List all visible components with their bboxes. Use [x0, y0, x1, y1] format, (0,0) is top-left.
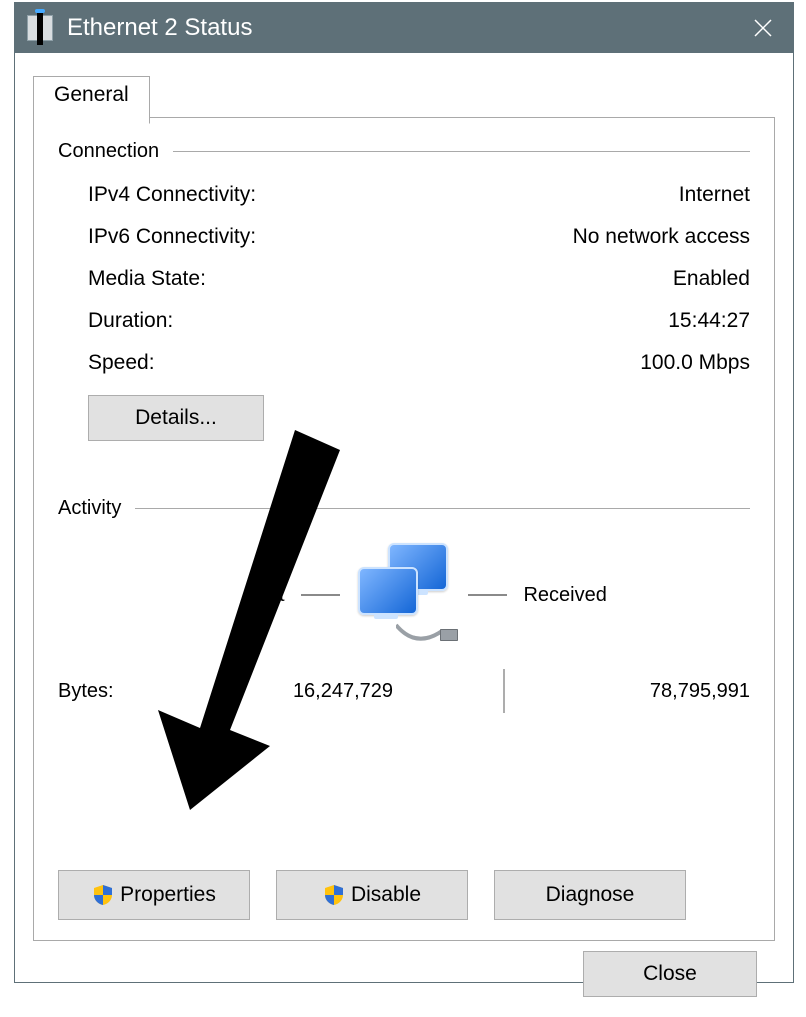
divider — [135, 508, 750, 509]
bytes-label: Bytes: — [58, 680, 258, 703]
disable-button-label: Disable — [351, 883, 421, 907]
computers-icon — [340, 543, 468, 648]
received-label: Received — [507, 584, 750, 607]
connection-group-header: Connection — [58, 140, 750, 163]
speed-value: 100.0 Mbps — [640, 351, 750, 375]
tab-header: General — [33, 75, 775, 118]
ipv4-label: IPv4 Connectivity: — [88, 183, 679, 207]
activity-graphic-row: Sent Received — [58, 540, 750, 650]
network-adapter-icon — [27, 15, 53, 41]
dash-right — [468, 594, 507, 596]
dash-left — [301, 594, 340, 596]
divider — [173, 151, 750, 152]
details-button[interactable]: Details... — [88, 395, 264, 441]
ipv4-value: Internet — [679, 183, 750, 207]
connection-heading: Connection — [58, 140, 159, 163]
diagnose-button-label: Diagnose — [546, 883, 635, 907]
row-media-state: Media State: Enabled — [88, 259, 750, 299]
media-state-label: Media State: — [88, 267, 673, 291]
media-state-value: Enabled — [673, 267, 750, 291]
properties-button[interactable]: Properties — [58, 870, 250, 920]
close-button[interactable]: Close — [583, 951, 757, 997]
tab-general[interactable]: General — [33, 76, 150, 124]
ethernet-status-window: Ethernet 2 Status General Connection IPv… — [14, 2, 794, 983]
sent-label: Sent — [58, 584, 301, 607]
row-speed: Speed: 100.0 Mbps — [88, 343, 750, 383]
action-buttons-row: Properties Disable Diagnose — [58, 870, 686, 920]
bytes-row: Bytes: 16,247,729 78,795,991 — [58, 668, 750, 714]
properties-button-label: Properties — [120, 883, 216, 907]
close-icon — [753, 18, 773, 38]
duration-label: Duration: — [88, 309, 668, 333]
duration-value: 15:44:27 — [668, 309, 750, 333]
ipv6-label: IPv6 Connectivity: — [88, 225, 573, 249]
ipv6-value: No network access — [573, 225, 750, 249]
activity-group-header: Activity — [58, 497, 750, 520]
speed-label: Speed: — [88, 351, 640, 375]
disable-button[interactable]: Disable — [276, 870, 468, 920]
row-duration: Duration: 15:44:27 — [88, 301, 750, 341]
titlebar: Ethernet 2 Status — [15, 3, 793, 53]
activity-heading: Activity — [58, 497, 121, 520]
row-ipv4: IPv4 Connectivity: Internet — [88, 175, 750, 215]
row-ipv6: IPv6 Connectivity: No network access — [88, 217, 750, 257]
bytes-separator — [503, 669, 505, 713]
bytes-received-value: 78,795,991 — [580, 680, 750, 703]
window-close-button[interactable] — [733, 3, 793, 53]
uac-shield-icon — [92, 884, 114, 906]
window-title: Ethernet 2 Status — [67, 14, 733, 42]
client-area: General Connection IPv4 Connectivity: In… — [15, 53, 793, 1017]
dialog-footer: Close — [33, 941, 775, 1007]
bytes-sent-value: 16,247,729 — [258, 680, 428, 703]
uac-shield-icon — [323, 884, 345, 906]
diagnose-button[interactable]: Diagnose — [494, 870, 686, 920]
tab-panel-general: Connection IPv4 Connectivity: Internet I… — [33, 118, 775, 941]
